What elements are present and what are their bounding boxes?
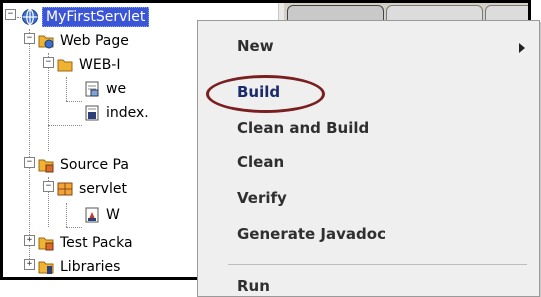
test-packages-icon: [37, 234, 55, 252]
context-menu: New Build Clean and Build Clean Verify G…: [197, 20, 540, 297]
menu-item-build[interactable]: Build: [237, 83, 280, 101]
tree-item-label: we: [106, 81, 127, 97]
project-name: MyFirstServlet: [42, 7, 150, 27]
folder-icon: [56, 56, 74, 74]
collapse-toggle[interactable]: −: [5, 9, 16, 20]
tree-item-label: index.: [106, 105, 149, 121]
submenu-arrow-icon: [519, 43, 525, 53]
tree-line: [66, 203, 67, 227]
collapse-toggle[interactable]: −: [43, 57, 54, 68]
tree-item-web-inf[interactable]: WEB-I: [56, 53, 120, 77]
tree-item-label: Libraries: [60, 259, 121, 275]
collapse-toggle[interactable]: −: [43, 181, 54, 192]
tree-item-libraries[interactable]: Libraries: [37, 255, 121, 277]
web-pages-folder-icon: [37, 32, 55, 50]
menu-item-new[interactable]: New: [237, 37, 274, 55]
jsp-file-icon: [83, 104, 101, 122]
source-packages-icon: [37, 156, 55, 174]
java-file-icon: [83, 206, 101, 224]
tree-item-index-jsp[interactable]: index.: [83, 101, 149, 125]
tree-line: [66, 77, 67, 101]
tree-item-web-pages[interactable]: Web Page: [37, 29, 129, 53]
collapse-toggle[interactable]: −: [24, 157, 35, 168]
tree-item-java-file[interactable]: W: [83, 203, 120, 227]
collapse-toggle[interactable]: −: [24, 33, 35, 44]
tree-item-web-xml[interactable]: we: [83, 77, 126, 101]
package-icon: [56, 180, 74, 198]
menu-item-run[interactable]: Run: [237, 277, 270, 295]
tree-line: [66, 227, 82, 228]
menu-item-generate-javadoc[interactable]: Generate Javadoc: [237, 225, 386, 243]
tree-line: [29, 29, 30, 259]
expand-toggle[interactable]: +: [24, 235, 35, 246]
tree-item-label: Source Pa: [60, 157, 129, 173]
tree-item-project[interactable]: MyFirstServlet: [17, 5, 150, 29]
xml-file-icon: [83, 80, 101, 98]
tree-item-label: Test Packa: [60, 235, 133, 251]
tree-line: [66, 101, 82, 102]
tree-item-label: WEB-I: [79, 57, 121, 73]
menu-item-clean-and-build[interactable]: Clean and Build: [237, 119, 369, 137]
tree-item-test-packages[interactable]: Test Packa: [37, 231, 133, 255]
tree-line: [48, 125, 82, 126]
menu-item-clean[interactable]: Clean: [237, 153, 284, 171]
libraries-icon: [37, 258, 55, 276]
globe-icon: [21, 8, 39, 26]
tree-item-label: Web Page: [60, 33, 129, 49]
menu-separator: [228, 264, 527, 265]
menu-item-verify[interactable]: Verify: [237, 189, 287, 207]
tree-item-label: servlet: [79, 181, 127, 197]
tree-item-source-packages[interactable]: Source Pa: [37, 153, 129, 177]
expand-toggle[interactable]: +: [24, 259, 35, 270]
tree-item-servlet-package[interactable]: servlet: [56, 177, 127, 201]
tree-item-label: W: [106, 207, 120, 223]
